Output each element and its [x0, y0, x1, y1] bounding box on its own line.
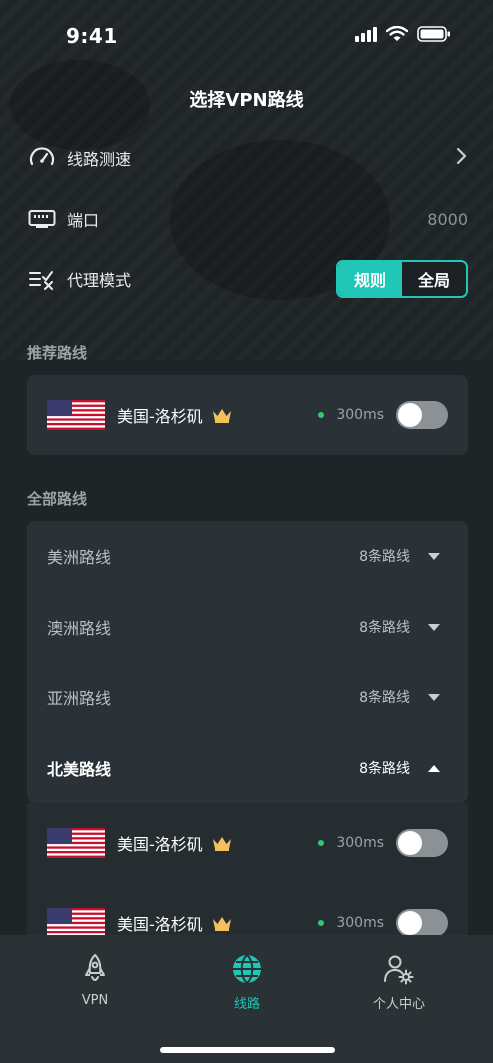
route-group-count: 8条路线 [359, 620, 410, 636]
tab-vpn-label: VPN [81, 993, 109, 1008]
user-settings-icon [384, 955, 414, 985]
online-dot-icon [318, 412, 325, 418]
server-row[interactable]: 美国-洛杉矶 300ms [27, 385, 468, 445]
connect-toggle[interactable] [396, 829, 448, 857]
server-name: 美国-洛杉矶 [117, 407, 203, 426]
connect-toggle[interactable] [396, 401, 448, 429]
online-dot-icon [318, 840, 325, 846]
route-group-label: 澳洲路线 [47, 619, 112, 638]
crown-icon [212, 917, 231, 931]
speed-test-row[interactable]: 线路测速 [27, 138, 468, 178]
ping-indicator: 300ms [318, 915, 384, 931]
server-name: 美国-洛杉矶 [117, 915, 203, 934]
caret-down-icon [428, 623, 440, 631]
proxy-mode-row: 代理模式 规则 全局 [27, 259, 468, 299]
ping-value: 300ms [336, 915, 384, 931]
tab-profile-label: 个人中心 [372, 997, 425, 1012]
recommended-section-title: 推荐路线 [27, 344, 88, 362]
port-icon [27, 204, 57, 234]
tab-routes[interactable]: 线路 [187, 953, 307, 1012]
status-icons [355, 26, 451, 42]
route-group-label: 亚洲路线 [47, 689, 112, 708]
tab-routes-label: 线路 [233, 997, 260, 1012]
mode-global-button[interactable]: 全局 [402, 262, 466, 296]
recommended-card: 美国-洛杉矶 300ms [27, 375, 468, 455]
route-group-row[interactable]: 亚洲路线 8条路线 [27, 662, 468, 732]
route-group-label: 北美路线 [47, 760, 112, 779]
screen: 9:41 选择VPN路线 线路测速 端口 8000 代理模式 规则 全局 推荐路… [0, 0, 493, 1063]
mode-rule-button[interactable]: 规则 [338, 262, 402, 296]
signal-icon [355, 26, 377, 42]
crown-icon [212, 409, 231, 423]
proxy-mode-toggle: 规则 全局 [336, 260, 468, 298]
home-indicator [160, 1047, 335, 1053]
tab-profile[interactable]: 个人中心 [339, 953, 459, 1012]
ping-value: 300ms [336, 835, 384, 851]
route-group-row-expanded[interactable]: 北美路线 8条路线 [27, 733, 468, 803]
server-row[interactable]: 美国-洛杉矶 300ms [27, 893, 468, 938]
us-flag-icon [47, 400, 105, 430]
caret-down-icon [428, 693, 440, 701]
ping-indicator: 300ms [318, 407, 384, 423]
port-label: 端口 [67, 211, 100, 230]
status-bar: 9:41 [0, 0, 493, 70]
proxy-mode-label: 代理模式 [67, 271, 132, 290]
connect-toggle[interactable] [396, 909, 448, 937]
status-time: 9:41 [66, 24, 118, 48]
wifi-icon [386, 26, 408, 41]
route-group-row[interactable]: 澳洲路线 8条路线 [27, 592, 468, 662]
port-value: 8000 [427, 209, 468, 229]
expanded-server-list: 美国-洛杉矶 300ms 美国-洛杉矶 300ms [27, 803, 468, 938]
ping-value: 300ms [336, 407, 384, 423]
route-group-label: 美洲路线 [47, 548, 112, 567]
speedometer-icon [27, 143, 57, 173]
proxy-mode-icon [27, 264, 57, 294]
tab-bar: VPN 线路 个人中心 [0, 935, 493, 1063]
battery-icon [417, 26, 450, 42]
us-flag-icon [47, 828, 105, 858]
page-title: 选择VPN路线 [189, 90, 304, 111]
server-name: 美国-洛杉矶 [117, 835, 203, 854]
us-flag-icon [47, 908, 105, 938]
rocket-icon [85, 954, 105, 981]
route-groups-card: 美洲路线 8条路线 澳洲路线 8条路线 亚洲路线 8条路线 北美路线 8条路线 [27, 521, 468, 803]
crown-icon [212, 837, 231, 851]
route-group-count: 8条路线 [359, 549, 410, 565]
server-row[interactable]: 美国-洛杉矶 300ms [27, 813, 468, 873]
globe-icon [233, 954, 261, 984]
all-routes-section-title: 全部路线 [27, 490, 88, 508]
port-row[interactable]: 端口 8000 [27, 199, 468, 239]
ping-indicator: 300ms [318, 835, 384, 851]
caret-up-icon [428, 764, 440, 772]
route-group-count: 8条路线 [359, 690, 410, 706]
speed-test-label: 线路测速 [67, 150, 132, 169]
caret-down-icon [428, 552, 440, 560]
chevron-right-icon [454, 147, 468, 169]
online-dot-icon [318, 920, 325, 926]
route-group-row[interactable]: 美洲路线 8条路线 [27, 521, 468, 591]
tab-vpn[interactable]: VPN [35, 953, 155, 1008]
route-group-count: 8条路线 [359, 761, 410, 777]
